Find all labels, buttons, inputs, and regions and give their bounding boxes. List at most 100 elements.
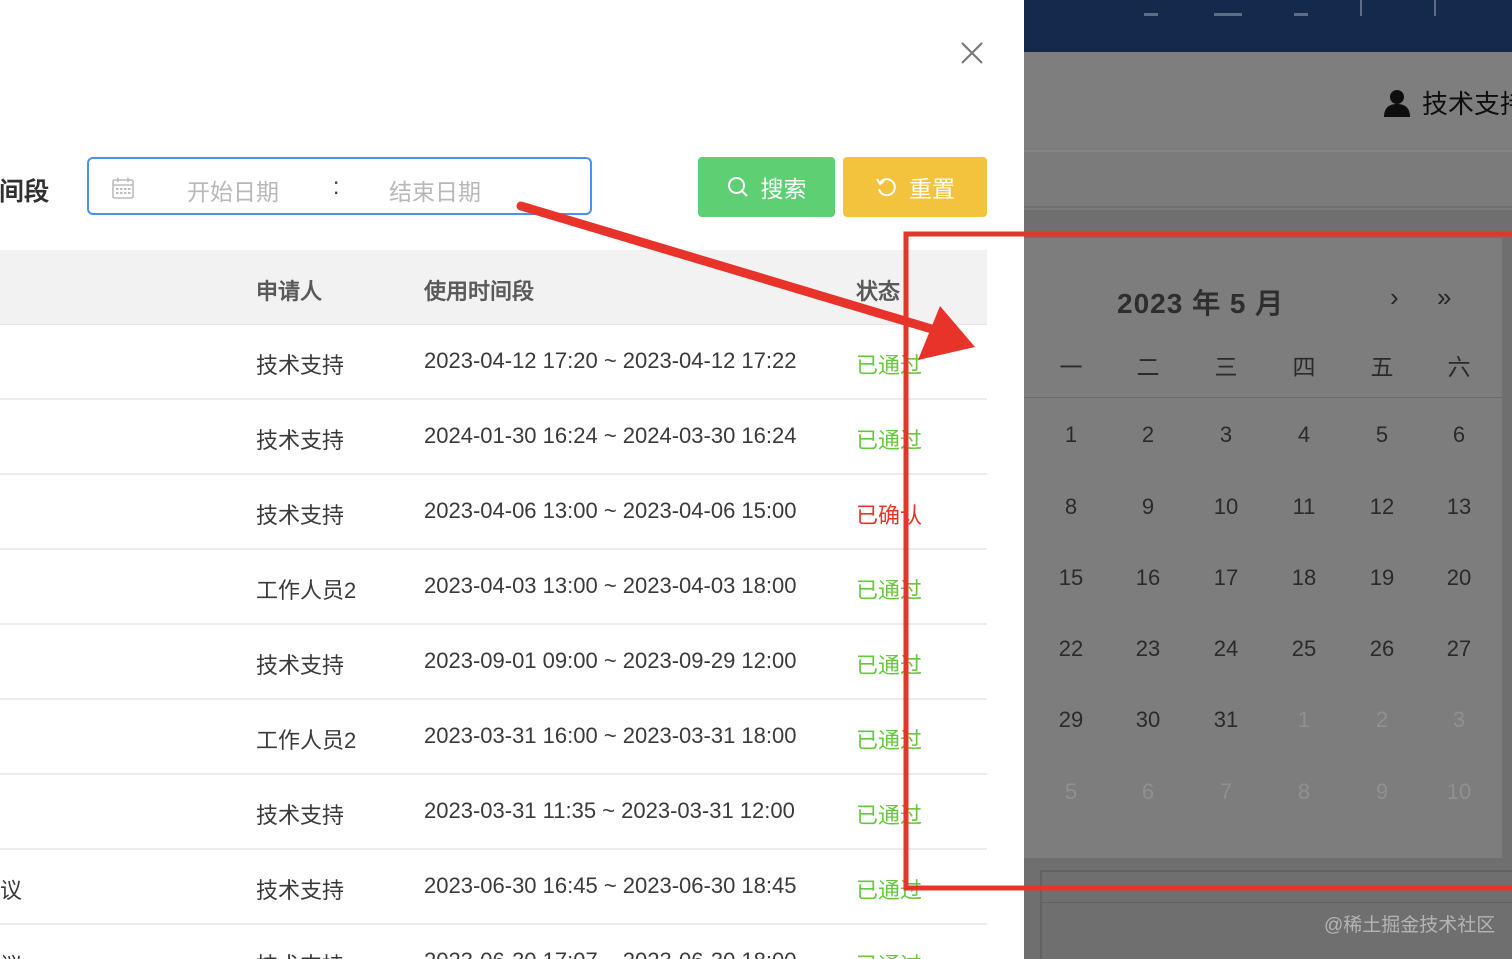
calendar-day[interactable]: 18 <box>1279 565 1329 591</box>
query-panel: 时间段 开始日期 : 结束日期 搜索 重置 申请人 <box>0 0 1024 959</box>
cell-applicant: 技术支持 <box>256 878 345 903</box>
table-body: 技术支持 2023-04-12 17:20 ~ 2023-04-12 17:22 已… <box>0 325 987 959</box>
table-row[interactable]: 技术支持 2023-03-31 11:35 ~ 2023-03-31 12:00 已… <box>0 775 987 850</box>
cell-status: 已通过 <box>856 878 923 903</box>
calendar-day[interactable]: 20 <box>1434 565 1484 591</box>
cell-time-range: 2023-04-12 17:20 ~ 2023-04-12 17:22 <box>424 348 797 373</box>
watermark: @稀土掘金技术社区 <box>1324 915 1496 936</box>
calendar-day[interactable]: 1 <box>1046 422 1096 448</box>
cell-time-range: 2023-09-01 09:00 ~ 2023-09-29 12:00 <box>424 648 797 673</box>
next-year-button[interactable]: » <box>1437 282 1451 313</box>
calendar-day[interactable]: 12 <box>1357 494 1407 520</box>
cell-status: 已通过 <box>856 948 922 959</box>
calendar-day[interactable]: 9 <box>1357 779 1407 805</box>
records-table: 申请人 使用时间段 状态 技术支持 2023-04-12 17:20 ~ 2023… <box>0 250 987 959</box>
calendar-day[interactable]: 22 <box>1046 636 1096 662</box>
refresh-icon <box>876 178 896 197</box>
calendar-day[interactable]: 5 <box>1357 422 1407 448</box>
close-icon[interactable] <box>959 40 985 66</box>
reset-button-label: 重置 <box>909 176 955 202</box>
calendar-day[interactable]: 17 <box>1201 565 1251 591</box>
calendar-day[interactable]: 5 <box>1046 779 1096 805</box>
cell-time-range: 2023-06-30 16:45 ~ 2023-06-30 18:45 <box>424 873 797 898</box>
calendar-day[interactable]: 31 <box>1201 707 1251 733</box>
weekday-label: 五 <box>1370 354 1394 380</box>
reset-button[interactable]: 重置 <box>843 157 987 217</box>
cell-applicant: 技术支持 <box>256 948 344 959</box>
weekday-header: 一二三四五六 <box>1024 348 1502 398</box>
calendar-day[interactable]: 10 <box>1201 494 1251 520</box>
calendar-day[interactable]: 8 <box>1046 494 1096 520</box>
table-row[interactable]: 工作人员2 2023-04-03 13:00 ~ 2023-04-03 18:00… <box>0 550 987 625</box>
cell-status: 已确认 <box>856 503 923 528</box>
calendar-day[interactable]: 2 <box>1123 422 1173 448</box>
calendar-day[interactable]: 19 <box>1357 565 1407 591</box>
nav-icon-fragment <box>1214 0 1242 16</box>
calendar-day[interactable]: 2 <box>1357 707 1407 733</box>
table-row[interactable]: 工作人员2 2023-03-31 16:00 ~ 2023-03-31 18:00… <box>0 700 987 775</box>
weekday-label: 三 <box>1214 354 1238 380</box>
cell-applicant: 技术支持 <box>256 353 345 378</box>
calendar-icon <box>112 177 134 199</box>
calendar-day[interactable]: 1 <box>1279 707 1329 733</box>
background-table-divider <box>1040 902 1512 903</box>
end-date-input[interactable]: 结束日期 <box>389 173 481 207</box>
header-applicant: 申请人 <box>256 279 323 304</box>
calendar-day[interactable]: 10 <box>1434 779 1484 805</box>
table-row[interactable]: 技术支持 2023-04-12 17:20 ~ 2023-04-12 17:22 已… <box>0 325 987 400</box>
calendar-day[interactable]: 6 <box>1434 422 1484 448</box>
search-icon <box>727 177 748 197</box>
table-header: 申请人 使用时间段 状态 <box>0 250 987 325</box>
calendar-day[interactable]: 4 <box>1279 422 1329 448</box>
calendar-day[interactable]: 27 <box>1434 636 1484 662</box>
start-date-input[interactable]: 开始日期 <box>187 173 279 207</box>
calendar-day[interactable]: 23 <box>1123 636 1173 662</box>
time-range-label: 时间段 <box>0 178 50 206</box>
nav-separator <box>1434 0 1436 16</box>
background-app: 技术支持 2023 年 5 月 › » 一二三四五六 1234568910111… <box>1024 0 1512 959</box>
tab-bar <box>1024 150 1512 208</box>
calendar-day[interactable]: 13 <box>1434 494 1484 520</box>
table-row[interactable]: 议 技术支持 2023-06-30 17:07 ~ 2023-06-30 18:00… <box>0 925 987 959</box>
weekday-label: 二 <box>1136 354 1160 380</box>
table-row[interactable]: 技术支持 2024-01-30 16:24 ~ 2024-03-30 16:24 已… <box>0 400 987 475</box>
cell-status: 已通过 <box>856 728 923 753</box>
calendar-day[interactable]: 6 <box>1123 779 1173 805</box>
cell-status: 已通过 <box>856 353 923 378</box>
search-button[interactable]: 搜索 <box>698 157 835 217</box>
table-row[interactable]: 议 技术支持 2023-06-30 16:45 ~ 2023-06-30 18:45… <box>0 850 987 925</box>
calendar-day[interactable]: 8 <box>1279 779 1329 805</box>
nav-separator <box>1360 0 1362 16</box>
cell-time-range: 2023-03-31 11:35 ~ 2023-03-31 12:00 <box>424 798 795 823</box>
cell-name: 议 <box>0 878 23 903</box>
calendar-day[interactable]: 30 <box>1123 707 1173 733</box>
calendar-day[interactable]: 15 <box>1046 565 1096 591</box>
weekday-label: 一 <box>1059 354 1083 380</box>
table-row[interactable]: 技术支持 2023-04-06 13:00 ~ 2023-04-06 15:00 已… <box>0 475 987 550</box>
user-menu[interactable]: 技术支持 <box>1384 84 1512 121</box>
table-row[interactable]: 技术支持 2023-09-01 09:00 ~ 2023-09-29 12:00 已… <box>0 625 987 700</box>
calendar-day[interactable]: 26 <box>1357 636 1407 662</box>
calendar-day[interactable]: 16 <box>1123 565 1173 591</box>
date-separator: : <box>333 173 340 199</box>
calendar-day[interactable]: 3 <box>1434 707 1484 733</box>
calendar-day[interactable]: 24 <box>1201 636 1251 662</box>
calendar-day[interactable]: 7 <box>1201 779 1251 805</box>
header-status: 状态 <box>856 279 901 304</box>
next-month-button[interactable]: › <box>1390 282 1399 313</box>
cell-time-range: 2023-04-06 13:00 ~ 2023-04-06 15:00 <box>424 498 797 523</box>
calendar-day[interactable]: 3 <box>1201 422 1251 448</box>
calendar-day[interactable]: 11 <box>1279 494 1329 520</box>
cell-applicant: 工作人员2 <box>256 578 357 603</box>
cell-name: 议 <box>0 948 22 959</box>
calendar-day[interactable]: 9 <box>1123 494 1173 520</box>
date-range-picker[interactable]: 开始日期 : 结束日期 <box>87 157 592 215</box>
nav-icon-fragment <box>1144 0 1158 16</box>
cell-applicant: 技术支持 <box>256 428 345 453</box>
calendar-day[interactable]: 25 <box>1279 636 1329 662</box>
cell-applicant: 工作人员2 <box>256 728 357 753</box>
cell-time-range: 2023-04-03 13:00 ~ 2023-04-03 18:00 <box>424 573 797 598</box>
calendar-day[interactable]: 29 <box>1046 707 1096 733</box>
cell-time-range: 2023-06-30 17:07 ~ 2023-06-30 18:00 <box>424 948 796 959</box>
top-navigation-bar <box>1024 0 1512 52</box>
